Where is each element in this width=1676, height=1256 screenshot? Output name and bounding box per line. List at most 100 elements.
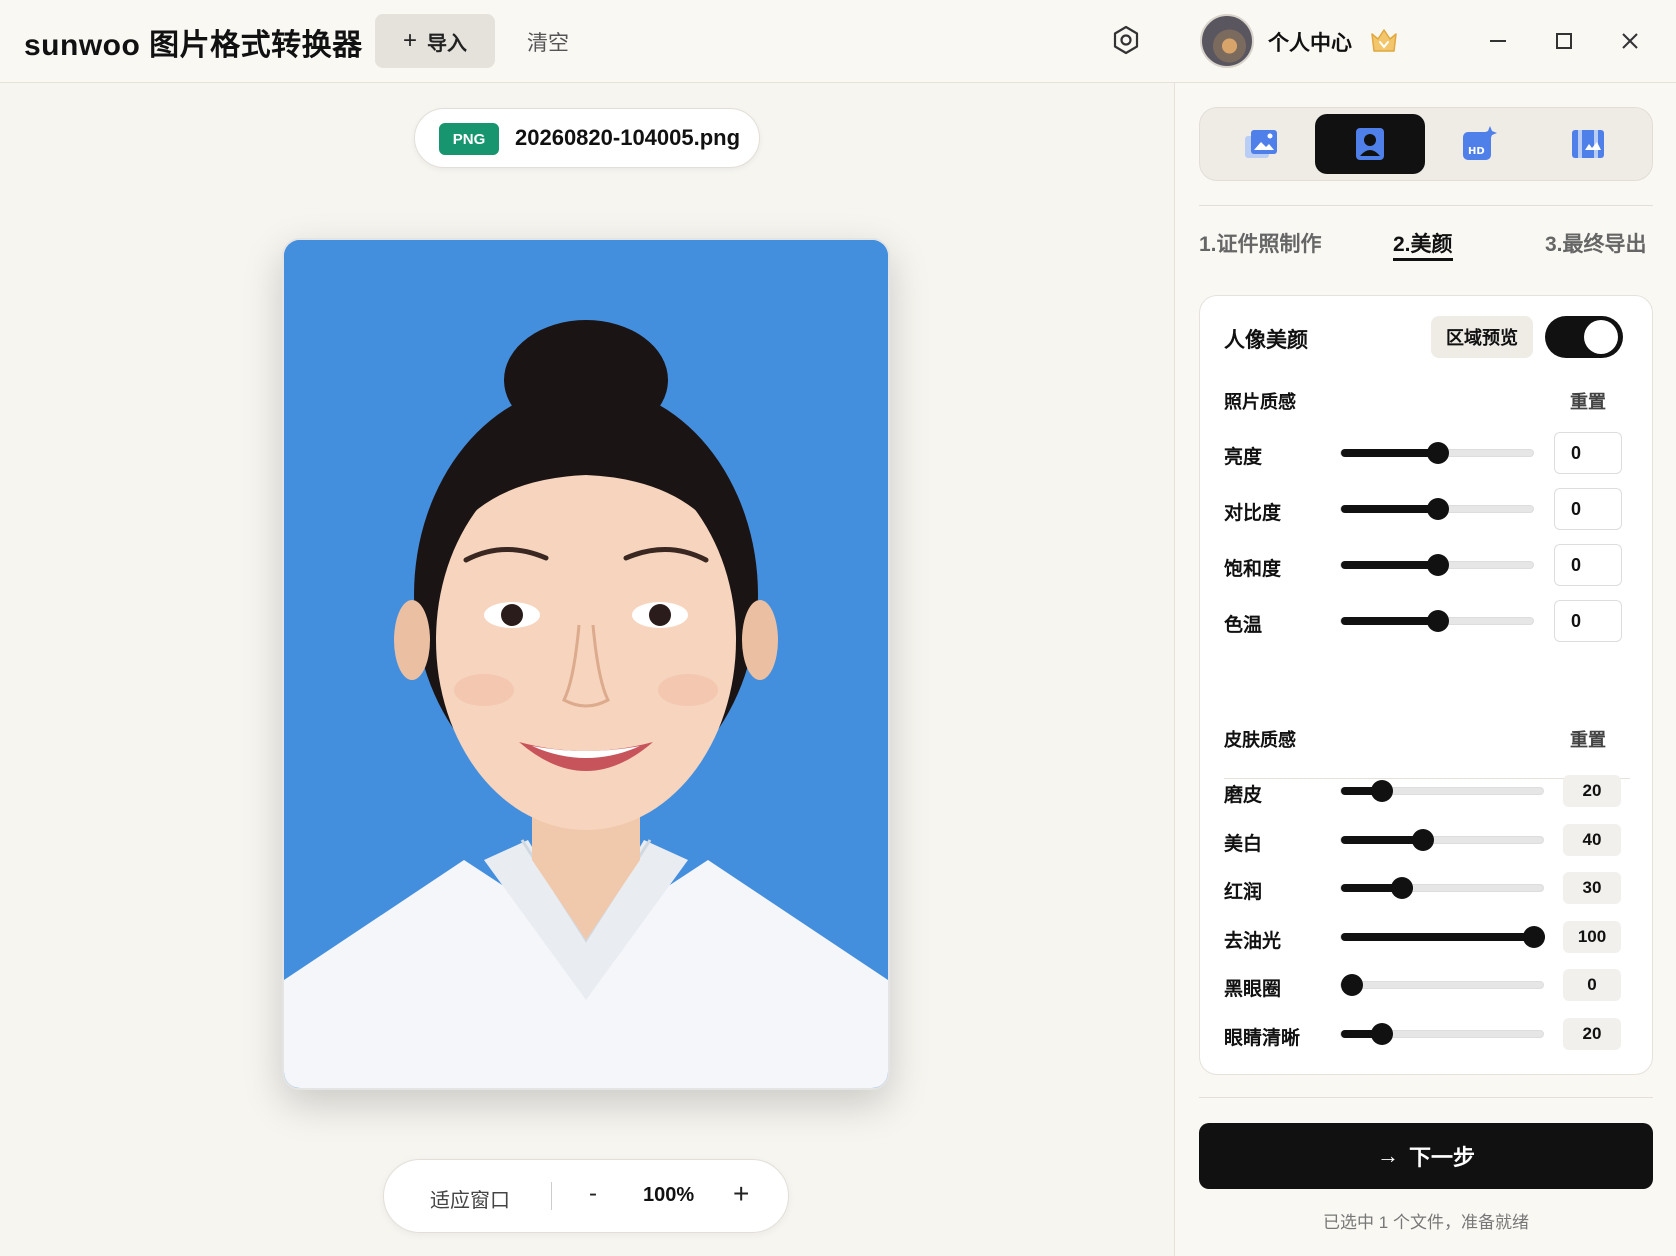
- avatar[interactable]: [1200, 14, 1254, 68]
- slider-value-input[interactable]: 0: [1554, 432, 1622, 474]
- slider-track[interactable]: [1340, 780, 1544, 802]
- tool-tabs: HD: [1199, 107, 1653, 181]
- slider-track[interactable]: [1340, 828, 1544, 851]
- arrow-right-icon: →: [1376, 1143, 1399, 1168]
- close-icon[interactable]: [1615, 26, 1645, 56]
- zoom-divider: [551, 1182, 552, 1210]
- tab-image-compare[interactable]: [1533, 114, 1643, 174]
- slider-fill: [1341, 932, 1545, 941]
- divider: [1199, 205, 1653, 206]
- right-panel: HD 1.证件照制作 2.美颜 3.最终导出 人像美颜 区域预览 照片质感 重置…: [1174, 83, 1676, 1256]
- next-step-label: 下一步: [1408, 1145, 1475, 1170]
- import-label: 导入: [427, 32, 467, 55]
- slider-fill: [1341, 449, 1438, 457]
- image-compare-icon: [1572, 130, 1604, 158]
- slider-value-input[interactable]: 0: [1554, 600, 1622, 642]
- slider-fill: [1341, 561, 1438, 569]
- file-chip: PNG 20260820-104005.png: [414, 108, 760, 168]
- slider-thumb[interactable]: [1391, 877, 1414, 900]
- slider-value-input[interactable]: 100: [1563, 920, 1621, 953]
- step-id-photo[interactable]: 1.证件照制作: [1199, 228, 1322, 258]
- slider-label: 眼睛清晰: [1224, 1028, 1301, 1049]
- slider-track[interactable]: [1340, 554, 1534, 576]
- slider-label: 磨皮: [1224, 785, 1263, 806]
- fit-window-button[interactable]: 适应窗口: [430, 1184, 510, 1213]
- slider-thumb[interactable]: [1427, 610, 1449, 632]
- svg-text:HD: HD: [1468, 146, 1485, 157]
- slider-value-input[interactable]: 30: [1563, 872, 1621, 905]
- slider-track[interactable]: [1340, 610, 1534, 632]
- slider-thumb[interactable]: [1370, 1023, 1393, 1045]
- slider-thumb[interactable]: [1370, 780, 1393, 802]
- app-title: sunwoo 图片格式转换器: [24, 29, 363, 62]
- beauty-toggle[interactable]: [1545, 316, 1623, 358]
- step-export[interactable]: 3.最终导出: [1545, 228, 1647, 258]
- slider-label: 色温: [1224, 615, 1263, 636]
- slider-label: 红润: [1224, 882, 1263, 904]
- slider-label: 对比度: [1224, 503, 1282, 524]
- settings-icon[interactable]: [1110, 24, 1142, 56]
- photo-quality-title: 照片质感: [1224, 392, 1296, 412]
- tab-image-convert[interactable]: [1206, 114, 1316, 174]
- toggle-knob: [1584, 320, 1618, 354]
- slider-track[interactable]: [1340, 498, 1534, 520]
- slider-thumb[interactable]: [1427, 554, 1449, 576]
- photo-quality-reset-button[interactable]: 重置: [1570, 388, 1606, 414]
- file-name: 20260820-104005.png: [515, 125, 741, 150]
- skin-quality-reset-button[interactable]: 重置: [1570, 726, 1606, 752]
- slider-track[interactable]: [1340, 925, 1545, 948]
- zoom-out-button[interactable]: -: [589, 1180, 597, 1208]
- slider-thumb[interactable]: [1427, 498, 1449, 520]
- minimize-icon[interactable]: [1483, 26, 1513, 56]
- slider-thumb[interactable]: [1411, 828, 1434, 851]
- slider-thumb[interactable]: [1341, 974, 1363, 997]
- title-bar: sunwoo 图片格式转换器 + 导入 清空 个人中心: [0, 0, 1676, 83]
- step-beauty[interactable]: 2.美颜: [1393, 228, 1453, 258]
- clear-button[interactable]: 清空: [527, 27, 569, 57]
- beauty-card: 人像美颜 区域预览 照片质感 重置 亮度 0 对比度 0 饱和度 0 色温 0 皮肤质感 重置…: [1199, 295, 1653, 1075]
- slider-label: 饱和度: [1224, 559, 1282, 580]
- slider-value-input[interactable]: 0: [1554, 544, 1622, 586]
- tab-hd-enhance[interactable]: HD: [1424, 114, 1534, 174]
- slider-value-input[interactable]: 40: [1563, 823, 1621, 856]
- slider-fill: [1341, 505, 1438, 513]
- tab-id-photo[interactable]: [1315, 114, 1425, 174]
- slider-fill: [1341, 835, 1423, 844]
- beauty-title: 人像美颜: [1224, 329, 1308, 352]
- vip-badge-icon: [1371, 29, 1397, 52]
- slider-label: 黑眼圈: [1224, 979, 1282, 1001]
- id-photo-icon: [1356, 128, 1384, 160]
- skin-quality-title: 皮肤质感: [1224, 730, 1296, 750]
- area-preview-button[interactable]: 区域预览: [1431, 316, 1533, 358]
- slider-track[interactable]: [1340, 974, 1544, 997]
- portrait-image: [284, 240, 888, 1088]
- slider-label: 去油光: [1224, 930, 1282, 952]
- hd-enhance-icon: HD: [1463, 126, 1497, 160]
- next-step-button[interactable]: → 下一步: [1199, 1123, 1653, 1189]
- slider-track[interactable]: [1340, 877, 1544, 900]
- profile-center-link[interactable]: 个人中心: [1268, 27, 1352, 57]
- file-format-badge: PNG: [439, 123, 499, 155]
- import-button[interactable]: + 导入: [375, 14, 495, 68]
- slider-track[interactable]: [1340, 442, 1534, 464]
- slider-thumb[interactable]: [1523, 925, 1545, 948]
- slider-fill: [1341, 617, 1438, 625]
- photo-preview[interactable]: [282, 238, 890, 1090]
- slider-value-input[interactable]: 0: [1554, 488, 1622, 530]
- slider-value-input[interactable]: 20: [1563, 775, 1621, 807]
- slider-value-input[interactable]: 0: [1563, 969, 1621, 1002]
- slider-track[interactable]: [1340, 1023, 1544, 1045]
- zoom-level: 100%: [643, 1184, 695, 1206]
- maximize-icon[interactable]: [1549, 26, 1579, 56]
- active-step-indicator: [1393, 258, 1453, 261]
- slider-value-input[interactable]: 20: [1563, 1018, 1621, 1050]
- slider-thumb[interactable]: [1427, 442, 1449, 464]
- status-text: 已选中 1 个文件，准备就绪: [1323, 1213, 1529, 1232]
- plus-icon: +: [402, 27, 417, 54]
- zoom-controls: 适应窗口 - 100% +: [383, 1159, 789, 1233]
- divider: [1199, 1097, 1653, 1098]
- slider-label: 美白: [1224, 833, 1263, 855]
- zoom-in-button[interactable]: +: [733, 1178, 749, 1210]
- image-convert-icon: [1245, 130, 1277, 158]
- slider-label: 亮度: [1224, 447, 1263, 468]
